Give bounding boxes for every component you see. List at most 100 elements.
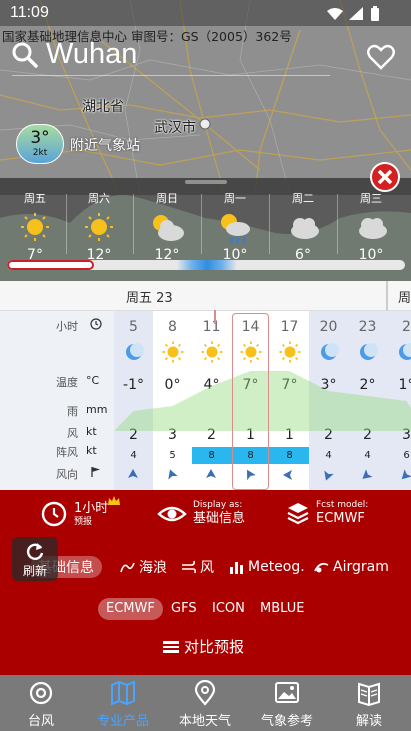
compare-forecast-button[interactable]: 对比预报 — [162, 636, 244, 657]
date-divider — [386, 281, 388, 311]
unit-gust: kt — [86, 444, 97, 457]
day-forecast-4[interactable]: 周二 6° — [269, 190, 337, 263]
tab-waves[interactable]: 海浪 — [120, 556, 167, 578]
clock-icon — [90, 318, 102, 330]
nav-local-weather[interactable]: 本地天气 — [164, 675, 246, 731]
favorite-heart-icon[interactable] — [367, 44, 395, 70]
flag-icon — [91, 467, 100, 477]
model-caption: Fcst model: — [316, 500, 369, 510]
day-forecast-1[interactable]: 周六 12° — [65, 190, 133, 263]
unit-wind: kt — [86, 425, 97, 438]
interval-option[interactable]: 1小时 预报 — [40, 496, 120, 528]
airgram-icon — [314, 562, 329, 573]
day-name: 周三 — [360, 192, 382, 205]
compare-icon — [163, 640, 179, 653]
partly-cloudy-icon — [133, 209, 201, 245]
row-label-temp: 温度 — [56, 376, 78, 389]
nav-professional[interactable]: 专业产品 — [82, 675, 164, 731]
hour-label: 8 — [168, 319, 177, 335]
row-label-wind: 风 — [67, 427, 78, 440]
timeline-current-marker — [177, 260, 237, 270]
hour-label: 20 — [319, 319, 338, 335]
row-labels-panel — [0, 311, 114, 490]
row-label-wind-dir: 风向 — [56, 468, 78, 481]
nav-label: 本地天气 — [178, 714, 231, 729]
close-icon — [377, 169, 393, 185]
day-forecast-5[interactable]: 周三 10° — [337, 190, 405, 263]
nav-typhoon[interactable]: 台风 — [0, 675, 82, 731]
wind-direction-arrow-icon — [401, 469, 411, 480]
city-marker-icon — [199, 118, 211, 130]
nav-label: 解读 — [355, 714, 382, 729]
city-name[interactable]: Wuhan — [46, 38, 137, 71]
app-root: 湖北省 武汉市 11:09 国家基础地理信息中心 审图号：GS（2005）362… — [0, 0, 411, 731]
model-mblue[interactable]: MBLUE — [260, 598, 304, 620]
options-panel: 1小时 预报 Display as: 基础信息 Fcst model: ECMW… — [0, 490, 411, 675]
province-label: 湖北省 — [82, 99, 124, 115]
gust-speed: 8 — [270, 447, 309, 464]
image-icon — [275, 682, 299, 703]
sun-rain-icon — [201, 209, 269, 245]
map-icon — [111, 680, 135, 706]
status-icons — [327, 6, 379, 21]
wind-icon — [182, 560, 197, 574]
display-as-option[interactable]: Display as: 基础信息 — [157, 500, 245, 527]
day-forecast-0[interactable]: 周五 7° — [1, 190, 69, 263]
search-underline — [12, 75, 330, 76]
close-forecast-button[interactable] — [370, 162, 400, 192]
crown-icon — [108, 496, 120, 505]
hour-label: 11 — [202, 319, 221, 335]
wind-direction-arrow-icon — [128, 469, 138, 478]
sun-icon — [1, 209, 69, 245]
hourly-meteogram[interactable]: 周五 23 周 小时 温度 °C 雨 mm 风 kt 阵风 kt 风向 5 -1°… — [0, 281, 411, 490]
unit-temp: °C — [86, 374, 100, 387]
row-label-rain: 雨 — [67, 405, 78, 418]
gust-speed: 6 — [403, 450, 410, 461]
refresh-button[interactable]: 刷新 — [12, 537, 58, 581]
status-bar: 11:09 — [0, 0, 411, 26]
model-ecmwf[interactable]: ECMWF — [98, 598, 163, 620]
tab-meteogram[interactable]: Meteog. — [229, 556, 305, 578]
gust-speed: 5 — [169, 450, 176, 461]
model-gfs[interactable]: GFS — [171, 598, 197, 620]
tab-label: 风 — [200, 560, 214, 576]
layers-icon — [287, 502, 309, 524]
model-icon[interactable]: ICON — [212, 598, 245, 620]
gust-speed: 4 — [130, 450, 137, 461]
nav-label: 气象参考 — [260, 714, 313, 729]
display-value: 基础信息 — [193, 511, 246, 526]
date-header: 周五 23 周 — [0, 281, 411, 311]
city-search[interactable]: Wuhan — [12, 38, 137, 71]
wind-direction-arrow-icon — [362, 469, 373, 479]
selected-hour-highlight[interactable] — [232, 313, 269, 490]
location-icon — [194, 680, 216, 706]
book-icon — [358, 682, 380, 706]
day-name: 周日 — [156, 192, 178, 205]
day-name: 周一 — [224, 192, 246, 205]
search-icon[interactable] — [12, 42, 38, 68]
signal-icon — [349, 7, 363, 20]
strip-drag-handle[interactable] — [185, 180, 227, 184]
hour-label: 23 — [358, 319, 377, 335]
forecast-model-option[interactable]: Fcst model: ECMWF — [286, 500, 368, 527]
gust-speed: 4 — [325, 450, 332, 461]
wind-direction-arrow-icon — [283, 470, 292, 480]
hour-label: 17 — [280, 319, 299, 335]
tab-airgram[interactable]: Airgram — [314, 556, 389, 578]
nav-reference[interactable]: 气象参考 — [246, 675, 328, 731]
day-name: 周六 — [88, 192, 110, 205]
nav-interpretation[interactable]: 解读 — [328, 675, 410, 731]
compare-label: 对比预报 — [184, 638, 245, 656]
tab-wind[interactable]: 风 — [181, 556, 214, 578]
day-name: 周二 — [292, 192, 314, 205]
cloud-icon — [269, 209, 337, 245]
forecast-timeline-bar[interactable] — [7, 260, 405, 270]
weather-station-badge[interactable]: 3° 2kt — [16, 124, 64, 164]
timeline-selected-range[interactable] — [7, 260, 94, 270]
day-forecast-2[interactable]: 周日 12° — [133, 190, 201, 263]
day-forecast-3[interactable]: 周一 10° — [201, 190, 269, 263]
waves-icon — [120, 562, 135, 573]
tab-label: 海浪 — [139, 560, 167, 576]
station-label[interactable]: 附近气象站 — [70, 135, 140, 155]
cloud-icon — [337, 209, 405, 245]
